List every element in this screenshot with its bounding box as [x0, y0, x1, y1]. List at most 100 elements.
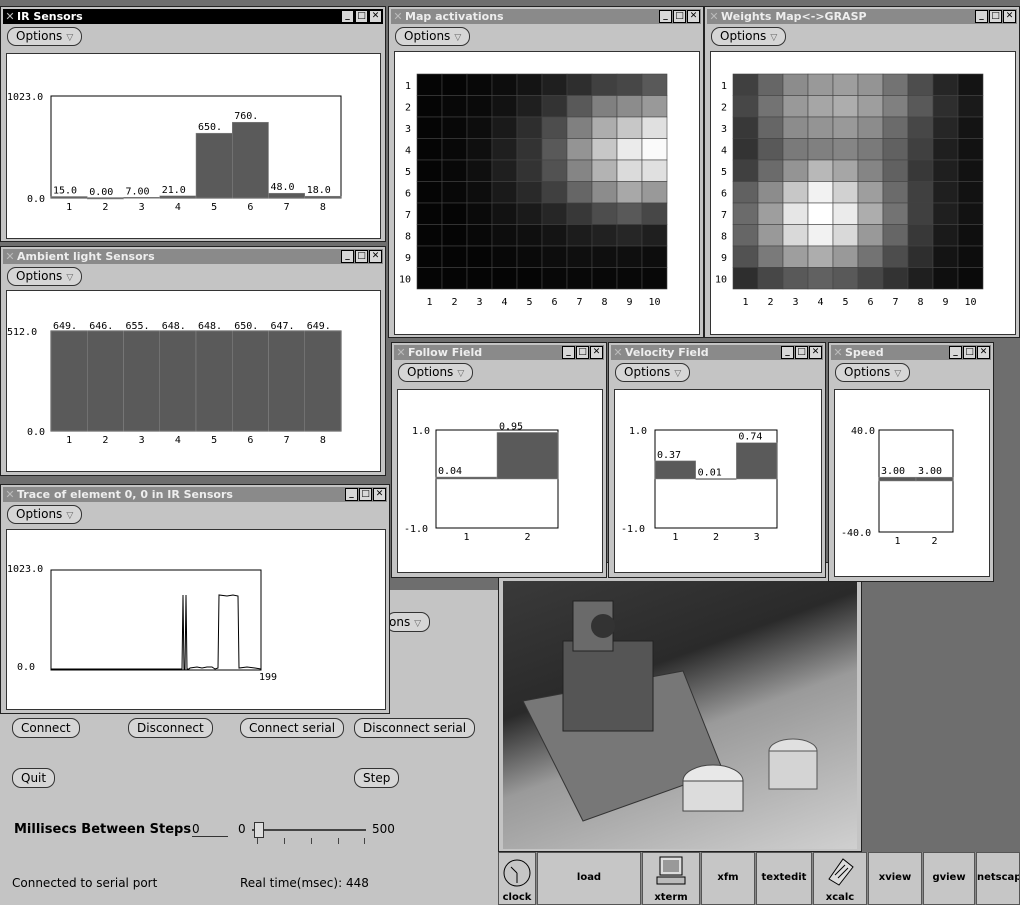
cell-9-6: [857, 245, 884, 268]
row-label-7: 7: [405, 210, 411, 221]
cell-1-8: [591, 73, 618, 96]
speed-titlebar[interactable]: ✕ Speed _ □ ✕: [831, 345, 991, 360]
cell-8-9: [932, 224, 959, 247]
cell-7-2: [441, 202, 468, 225]
velocity-field-titlebar[interactable]: ✕ Velocity Field _ □ ✕: [611, 345, 823, 360]
cell-4-3: [782, 138, 809, 161]
cell-3-4: [807, 116, 834, 139]
col-label-4: 4: [818, 297, 824, 308]
step-button[interactable]: Step: [354, 768, 400, 788]
follow-field-titlebar[interactable]: ✕ Follow Field _ □ ✕: [394, 345, 604, 360]
disconnect-button[interactable]: Disconnect: [128, 718, 213, 738]
col-label-8: 8: [918, 297, 924, 308]
close-icon[interactable]: ✕: [373, 488, 386, 501]
close-icon[interactable]: ✕: [687, 10, 700, 23]
options-button[interactable]: Options ▽: [835, 363, 911, 382]
data-label-5: 650.: [198, 122, 222, 133]
ambient-window: ✕ Ambient light Sensors _ □ ✕ Options ▽ 512.…: [0, 246, 386, 476]
taskbar-xcalc[interactable]: xcalc: [813, 852, 867, 905]
bar-3: [123, 197, 160, 199]
options-button[interactable]: Options ▽: [615, 363, 691, 382]
minimize-icon[interactable]: _: [341, 250, 354, 263]
slider-thumb[interactable]: [254, 822, 264, 838]
maximize-icon[interactable]: □: [359, 488, 372, 501]
connect-serial-button[interactable]: Connect serial: [240, 718, 345, 738]
taskbar-xview[interactable]: xview: [868, 852, 922, 905]
options-button-partial[interactable]: ons ▽: [386, 612, 431, 632]
cell-6-8: [591, 181, 618, 204]
close-icon[interactable]: ✕: [809, 346, 822, 359]
taskbar-netscape[interactable]: netscap: [976, 852, 1020, 905]
ms-input[interactable]: 0: [192, 822, 228, 837]
cell-6-10: [957, 181, 984, 204]
maximize-icon[interactable]: □: [576, 346, 589, 359]
minimize-icon[interactable]: _: [562, 346, 575, 359]
data-label-2: 0.00: [89, 187, 113, 198]
cell-1-3: [782, 73, 809, 96]
close-icon[interactable]: ✕: [369, 10, 382, 23]
cell-2-4: [807, 95, 834, 118]
close-icon[interactable]: ✕: [590, 346, 603, 359]
close-icon[interactable]: ✕: [1003, 10, 1016, 23]
minimize-icon[interactable]: _: [659, 10, 672, 23]
calculator-icon: [828, 858, 854, 886]
steps-slider[interactable]: [252, 822, 366, 848]
connect-button[interactable]: Connect: [12, 718, 80, 738]
weights-map-titlebar[interactable]: ✕ Weights Map<->GRASP _ □ ✕: [707, 9, 1017, 24]
options-button[interactable]: Options ▽: [7, 505, 83, 524]
x-logo-icon: ✕: [396, 346, 406, 359]
minimize-icon[interactable]: _: [949, 346, 962, 359]
cell-10-10: [957, 267, 984, 290]
cell-10-6: [857, 267, 884, 290]
disconnect-serial-button[interactable]: Disconnect serial: [354, 718, 476, 738]
bar-2: [695, 478, 737, 480]
map-activations-titlebar[interactable]: ✕ Map activations _ □ ✕: [391, 9, 701, 24]
col-label-5: 5: [843, 297, 849, 308]
options-button[interactable]: Options ▽: [398, 363, 474, 382]
ir-sensors-titlebar[interactable]: ✕ IR Sensors _ □ ✕: [3, 9, 383, 24]
maximize-icon[interactable]: □: [355, 250, 368, 263]
trace-ytick-bottom: 0.0: [17, 662, 35, 673]
options-button[interactable]: Options ▽: [7, 27, 83, 46]
cell-1-1: [416, 73, 443, 96]
ambient-titlebar[interactable]: ✕ Ambient light Sensors _ □ ✕: [3, 249, 383, 264]
taskbar-clock[interactable]: clock: [498, 852, 536, 905]
close-icon[interactable]: ✕: [977, 346, 990, 359]
cell-10-4: [807, 267, 834, 290]
taskbar-xfm[interactable]: xfm: [701, 852, 755, 905]
options-button[interactable]: Options ▽: [711, 27, 787, 46]
maximize-icon[interactable]: □: [673, 10, 686, 23]
bar-1: [654, 460, 696, 480]
options-button[interactable]: Options ▽: [395, 27, 471, 46]
ytick-top: 40.0: [851, 426, 875, 437]
minimize-icon[interactable]: _: [345, 488, 358, 501]
camera-image: [503, 581, 857, 849]
maximize-icon[interactable]: □: [963, 346, 976, 359]
trace-titlebar[interactable]: ✕ Trace of element 0, 0 in IR Sensors _ □ ✕: [3, 487, 387, 502]
options-button[interactable]: Options ▽: [7, 267, 83, 286]
cell-3-8: [907, 116, 934, 139]
cell-3-4: [491, 116, 518, 139]
taskbar-gview[interactable]: gview: [923, 852, 975, 905]
quit-button[interactable]: Quit: [12, 768, 56, 788]
cell-2-6: [857, 95, 884, 118]
taskbar-xterm[interactable]: xterm: [642, 852, 700, 905]
minimize-icon[interactable]: _: [341, 10, 354, 23]
maximize-icon[interactable]: □: [355, 10, 368, 23]
minimize-icon[interactable]: _: [975, 10, 988, 23]
taskbar-textedit[interactable]: textedit: [756, 852, 812, 905]
cell-8-4: [491, 224, 518, 247]
minimize-icon[interactable]: _: [781, 346, 794, 359]
maximize-icon[interactable]: □: [795, 346, 808, 359]
cell-3-2: [441, 116, 468, 139]
cell-5-5: [832, 159, 859, 182]
row-label-2: 2: [721, 102, 727, 113]
cell-9-4: [807, 245, 834, 268]
close-icon[interactable]: ✕: [369, 250, 382, 263]
cell-6-9: [616, 181, 643, 204]
cell-1-5: [832, 73, 859, 96]
x-logo-icon: ✕: [709, 10, 719, 23]
cell-1-3: [466, 73, 493, 96]
taskbar-load[interactable]: load: [537, 852, 641, 905]
maximize-icon[interactable]: □: [989, 10, 1002, 23]
